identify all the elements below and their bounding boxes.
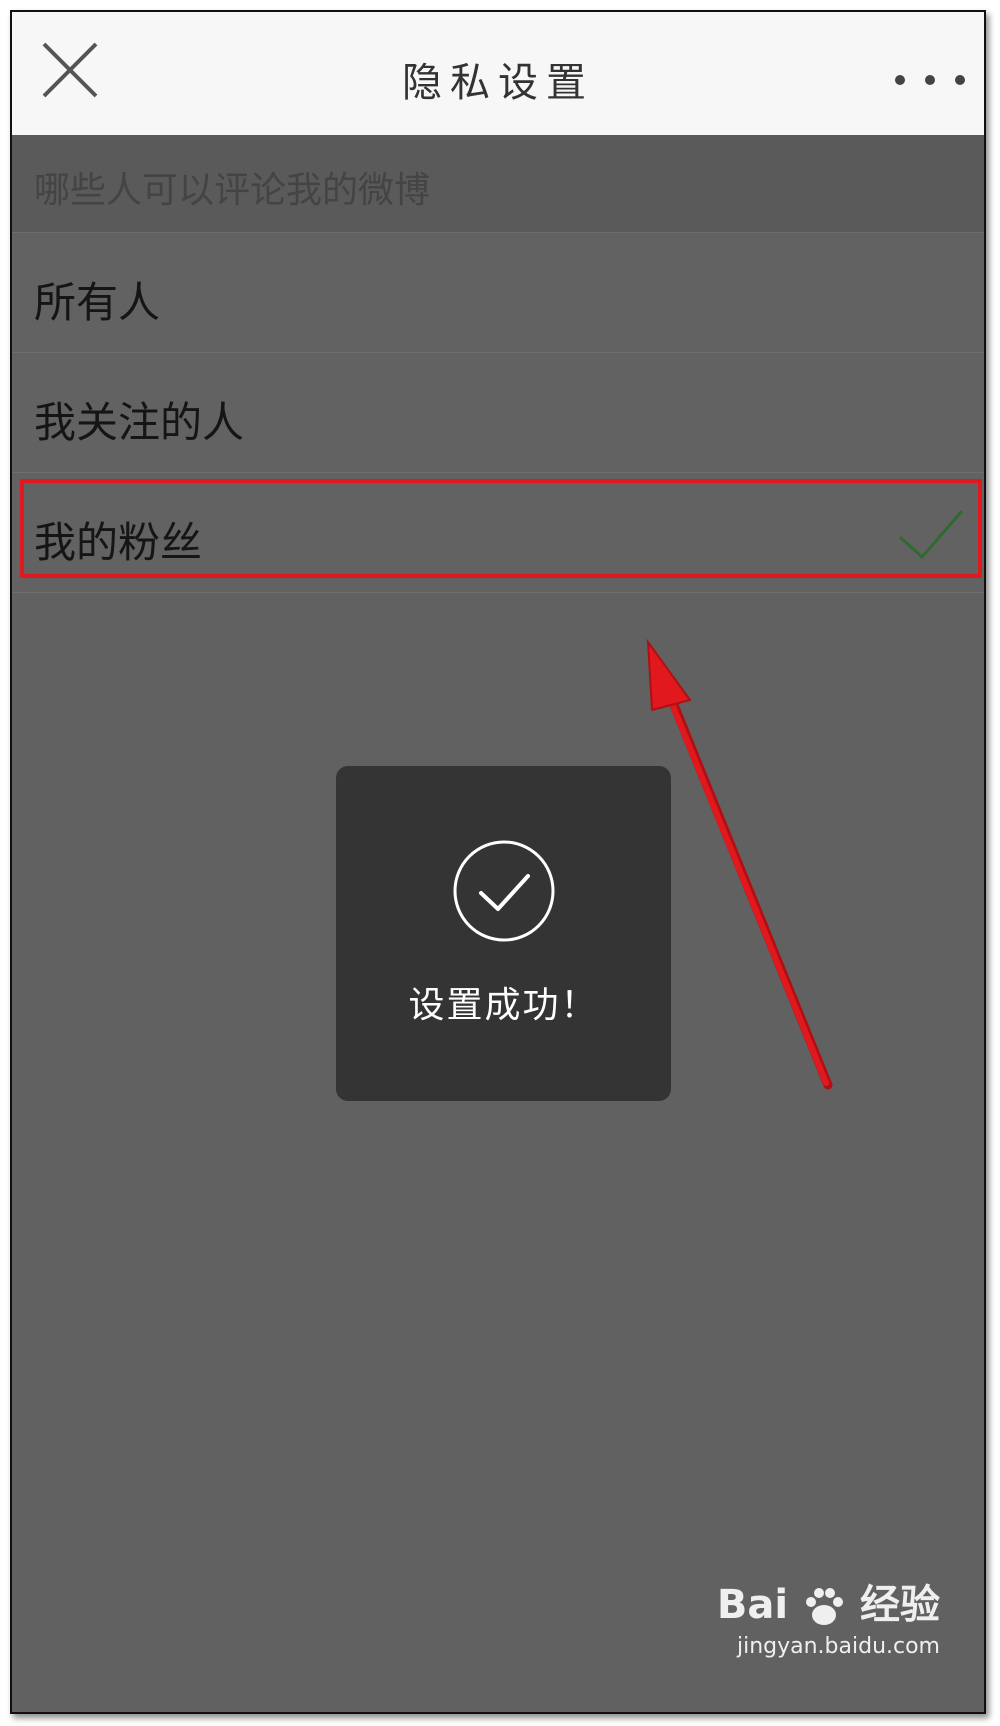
section-header: 哪些人可以评论我的微博 xyxy=(12,135,984,233)
watermark-brand-tail: 经验 xyxy=(860,1582,940,1628)
selected-check-icon xyxy=(898,510,964,560)
watermark-brand: Bai xyxy=(716,1582,789,1628)
section-header-label: 哪些人可以评论我的微博 xyxy=(34,170,431,211)
option-everyone[interactable]: 所有人 xyxy=(12,233,984,353)
phone-screen: 隐私设置 哪些人可以评论我的微博 所有人 我关注的人 我的粉丝 设置成功！ Ba… xyxy=(10,10,986,1714)
paw-icon xyxy=(806,1588,844,1625)
more-icon xyxy=(895,75,965,85)
option-label: 我关注的人 xyxy=(34,398,245,447)
page-title: 隐私设置 xyxy=(402,60,594,106)
toast-message: 设置成功！ xyxy=(408,985,599,1026)
more-button[interactable] xyxy=(892,70,968,90)
option-label: 所有人 xyxy=(34,278,161,327)
option-label: 我的粉丝 xyxy=(34,518,203,567)
navigation-bar: 隐私设置 xyxy=(12,12,984,136)
watermark-url: jingyan.baidu.com xyxy=(736,1634,940,1659)
baidu-jingyan-watermark: Bai 经验 jingyan.baidu.com xyxy=(717,1572,940,1672)
option-following[interactable]: 我关注的人 xyxy=(12,353,984,473)
option-my-fans[interactable]: 我的粉丝 xyxy=(12,473,984,593)
success-check-icon xyxy=(453,840,555,942)
success-toast: 设置成功！ xyxy=(336,766,671,1101)
watermark-logo: Bai 经验 xyxy=(717,1572,940,1630)
